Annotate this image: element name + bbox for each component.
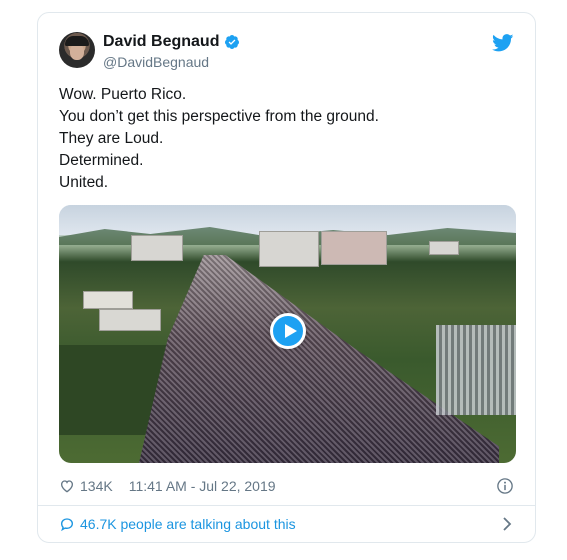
- heart-icon[interactable]: [59, 478, 75, 494]
- video-building: [83, 291, 133, 309]
- video-building: [131, 235, 183, 261]
- footer-divider: [38, 505, 535, 506]
- conversation-label[interactable]: 46.7K people are talking about this: [80, 516, 296, 532]
- video-building: [259, 231, 319, 267]
- avatar[interactable]: [59, 32, 95, 68]
- twitter-bird-icon[interactable]: [492, 34, 514, 52]
- name-row: David Begnaud: [103, 33, 240, 51]
- author-block[interactable]: David Begnaud @DavidBegnaud: [103, 33, 240, 70]
- video-building: [321, 231, 387, 265]
- author-handle[interactable]: @DavidBegnaud: [103, 54, 240, 70]
- info-icon[interactable]: [496, 477, 514, 495]
- like-count[interactable]: 134K: [80, 478, 113, 494]
- tweet-footer: 134K 11:41 AM - Jul 22, 2019: [59, 476, 514, 496]
- tweet-text-line: They are Loud.: [59, 130, 164, 147]
- tweet-header: David Begnaud @DavidBegnaud: [59, 32, 514, 72]
- avatar-cap: [65, 36, 89, 46]
- video-building: [429, 241, 459, 255]
- author-display-name[interactable]: David Begnaud: [103, 33, 219, 51]
- avatar-face: [70, 44, 84, 60]
- video-thumbnail[interactable]: [59, 205, 516, 463]
- tweet-text-line: You don’t get this perspective from the …: [59, 108, 379, 125]
- chevron-right-icon[interactable]: [500, 516, 514, 532]
- tweet-card: David Begnaud @DavidBegnaud Wow. Puerto …: [37, 12, 536, 543]
- tweet-text-line: Wow. Puerto Rico.: [59, 86, 187, 103]
- tweet-text: Wow. Puerto Rico. You don’t get this per…: [59, 84, 514, 194]
- video-building: [99, 309, 161, 331]
- tweet-text-line: Determined.: [59, 152, 144, 169]
- conversation-link[interactable]: 46.7K people are talking about this: [59, 513, 514, 535]
- tweet-text-line: United.: [59, 174, 109, 191]
- tweet-timestamp[interactable]: 11:41 AM - Jul 22, 2019: [129, 478, 276, 494]
- play-icon[interactable]: [270, 313, 306, 349]
- video-parking-lot: [436, 325, 516, 415]
- speech-bubble-icon: [60, 518, 74, 532]
- verified-badge-icon: [225, 35, 240, 49]
